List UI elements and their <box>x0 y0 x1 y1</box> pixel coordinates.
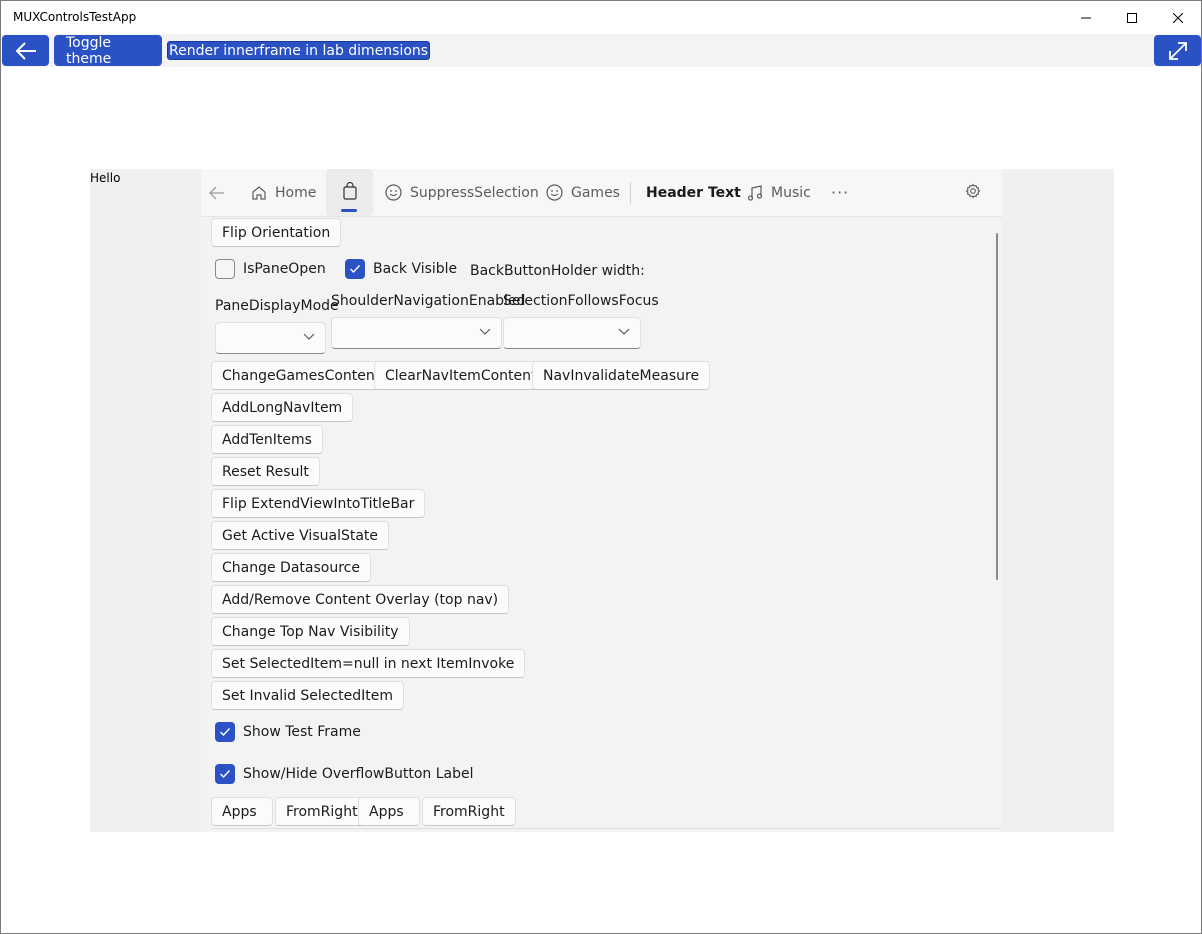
nav-separator <box>630 182 631 204</box>
render-innerframe-button[interactable]: Render innerframe in lab dimensions <box>167 41 431 60</box>
more-button[interactable]: ··· <box>831 169 849 216</box>
flip-extend-view-button[interactable]: Flip ExtendViewIntoTitleBar <box>211 489 426 518</box>
get-active-visual-state-button[interactable]: Get Active VisualState <box>211 521 390 550</box>
reset-result-button[interactable]: Reset Result <box>211 457 320 486</box>
selection-follows-focus-label: SelectionFollowsFocus <box>503 293 659 309</box>
nav-item-suppressselection[interactable]: SuppressSelection <box>385 169 539 216</box>
change-top-nav-visibility-button[interactable]: Change Top Nav Visibility <box>211 617 410 646</box>
music-note-icon <box>747 184 763 201</box>
chevron-down-icon <box>618 328 630 335</box>
fullscreen-button[interactable] <box>1154 35 1201 66</box>
back-button-holder-width-label: BackButtonHolder width: <box>470 263 645 279</box>
arrow-left-icon <box>15 41 36 60</box>
checkbox-label: IsPaneOpen <box>243 261 326 277</box>
window-title: MUXControlsTestApp <box>13 10 137 24</box>
chevron-down-icon <box>479 328 491 335</box>
apps-button[interactable]: Apps <box>358 797 420 826</box>
gear-icon <box>965 183 981 203</box>
is-pane-open-checkbox[interactable]: IsPaneOpen <box>215 259 326 279</box>
checkmark-icon <box>215 722 235 742</box>
arrow-left-icon <box>209 186 224 199</box>
pane-display-mode-label: PaneDisplayMode <box>215 298 339 314</box>
from-right-button[interactable]: FromRight <box>275 797 369 826</box>
checkbox-label: Show Test Frame <box>243 724 361 740</box>
nav-item-label: Home <box>275 184 317 201</box>
change-games-content-button[interactable]: ChangeGamesContent <box>211 361 392 390</box>
checkbox-label: Show/Hide OverflowButton Label <box>243 766 474 782</box>
maximize-icon <box>1127 12 1137 23</box>
test-toolbar: Toggle theme Render innerframe in lab di… <box>1 34 1201 67</box>
flip-orientation-button[interactable]: Flip Orientation <box>211 218 342 247</box>
add-ten-items-button[interactable]: AddTenItems <box>211 425 323 454</box>
nav-item-home[interactable]: Home <box>251 169 316 216</box>
back-button[interactable] <box>2 35 49 66</box>
minimize-icon <box>1081 17 1091 18</box>
back-visible-checkbox[interactable]: Back Visible <box>345 259 457 279</box>
close-icon <box>1173 12 1183 23</box>
apps-button[interactable]: Apps <box>211 797 273 826</box>
checkmark-icon <box>215 764 235 784</box>
maximize-button[interactable] <box>1109 1 1155 34</box>
set-selected-item-null-button[interactable]: Set SelectedItem=null in next ItemInvoke <box>211 649 526 678</box>
emoji-icon <box>546 184 563 201</box>
close-button[interactable] <box>1155 1 1201 34</box>
pane-display-mode-combobox[interactable] <box>215 322 326 354</box>
top-nav-pane: Home SuppressSelection Games Header Text… <box>201 169 1002 217</box>
title-bar: MUXControlsTestApp <box>1 1 1201 34</box>
shoulder-navigation-label: ShoulderNavigationEnabled <box>331 293 526 309</box>
nav-item-games[interactable]: Games <box>546 169 620 216</box>
selection-follows-focus-combobox[interactable] <box>503 317 641 349</box>
nav-item-label: SuppressSelection <box>410 184 539 201</box>
selection-indicator <box>341 209 357 212</box>
hello-text: Hello <box>90 171 121 185</box>
settings-button[interactable] <box>965 169 981 216</box>
show-hide-overflow-label-checkbox[interactable]: Show/Hide OverflowButton Label <box>215 764 473 784</box>
app-window: MUXControlsTestApp Toggle theme Render i… <box>0 0 1202 934</box>
emoji-icon <box>385 184 402 201</box>
shopping-bag-icon <box>342 181 358 204</box>
expand-icon <box>1168 41 1187 60</box>
nav-item-shopping[interactable] <box>326 169 373 216</box>
nav-item-music[interactable]: Music <box>747 169 811 216</box>
chevron-down-icon <box>303 333 315 340</box>
shoulder-navigation-combobox[interactable] <box>331 317 502 349</box>
checkbox-box <box>215 259 235 279</box>
add-remove-content-overlay-button[interactable]: Add/Remove Content Overlay (top nav) <box>211 585 510 614</box>
show-test-frame-checkbox[interactable]: Show Test Frame <box>215 722 361 742</box>
change-datasource-button[interactable]: Change Datasource <box>211 553 371 582</box>
nav-item-label: Music <box>771 184 811 201</box>
nav-item-label: Games <box>571 184 620 201</box>
checkmark-icon <box>345 259 365 279</box>
home-icon <box>251 185 267 201</box>
content-divider <box>211 828 1001 832</box>
nav-invalidate-measure-button[interactable]: NavInvalidateMeasure <box>532 361 711 390</box>
from-right-button[interactable]: FromRight <box>422 797 516 826</box>
add-long-nav-item-button[interactable]: AddLongNavItem <box>211 393 354 422</box>
clear-nav-item-content-button[interactable]: ClearNavItemContent <box>374 361 548 390</box>
nav-header-text: Header Text <box>646 185 741 201</box>
toggle-theme-button[interactable]: Toggle theme <box>54 35 162 67</box>
minimize-button[interactable] <box>1063 1 1109 34</box>
checkbox-label: Back Visible <box>373 261 458 277</box>
vertical-scrollbar[interactable] <box>996 233 998 580</box>
set-invalid-selected-item-button[interactable]: Set Invalid SelectedItem <box>211 681 404 710</box>
nav-back-button[interactable] <box>209 169 225 216</box>
